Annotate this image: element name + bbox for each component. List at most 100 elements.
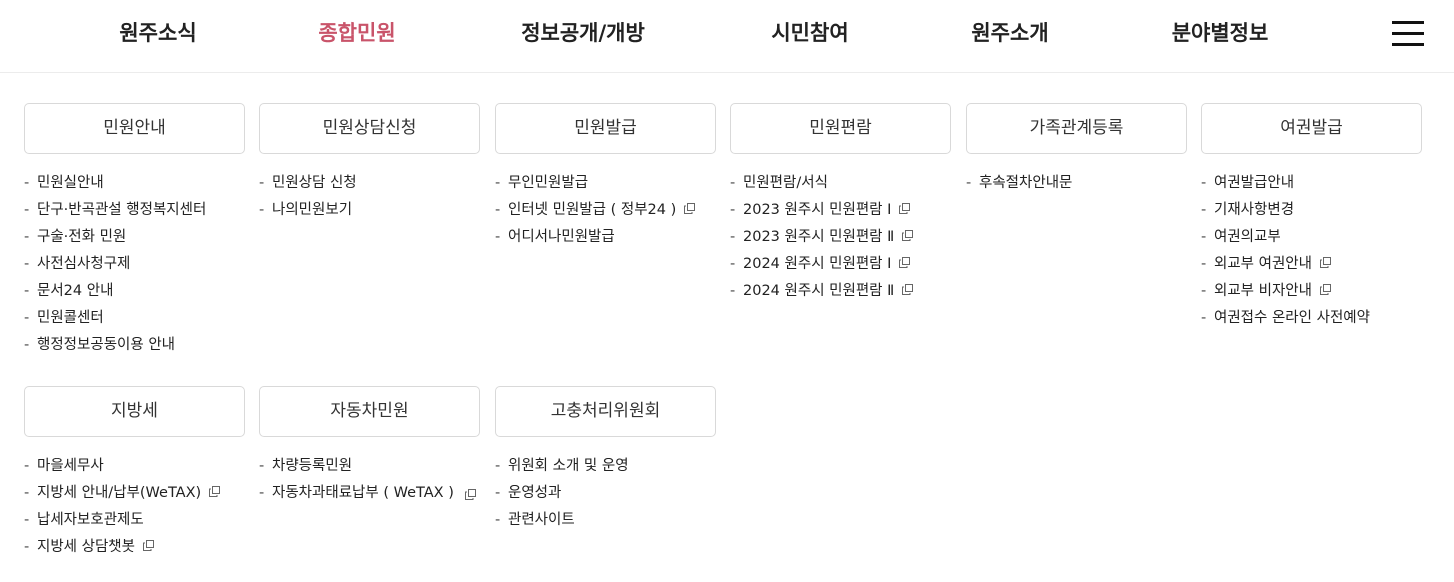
menu-link-label: 운영성과	[508, 485, 562, 501]
menu-heading-local-tax[interactable]: 지방세	[24, 386, 245, 437]
menu-link[interactable]: - 사전심사청구제	[24, 251, 245, 278]
menu-link-list: - 민원실안내 - 단구·반곡관설 행정복지센터 - 구술·전화 민원 - 사전심사청구제 - 문…	[24, 170, 245, 359]
menu-link[interactable]: - 납세자보호관제도	[24, 507, 245, 534]
external-link-icon	[143, 539, 154, 551]
menu-link[interactable]: - 민원실안내	[24, 170, 245, 197]
bullet-dash: -	[730, 283, 736, 299]
menu-link[interactable]: - 단구·반곡관설 행정복지센터	[24, 197, 245, 224]
menu-link[interactable]: -2023 원주시 민원편람 Ⅰ	[730, 197, 951, 224]
hamburger-menu-icon[interactable]	[1392, 21, 1424, 47]
menu-heading-civil-handbook[interactable]: 민원편람	[730, 103, 951, 154]
bullet-dash: -	[24, 283, 30, 299]
top-navigation: 원주소식 종합민원 정보공개/개방 시민참여 원주소개 분야별정보	[0, 0, 1454, 73]
menu-link[interactable]: - 기재사항변경	[1201, 197, 1422, 224]
nav-item-field-info[interactable]: 분야별정보	[1172, 0, 1269, 66]
bullet-dash: -	[259, 175, 265, 191]
bullet-dash: -	[1201, 229, 1207, 245]
menu-link-label: 구술·전화 민원	[37, 229, 127, 245]
menu-heading-family-registration[interactable]: 가족관계등록	[966, 103, 1187, 154]
bullet-dash: -	[24, 310, 30, 326]
menu-heading-civil-issuance[interactable]: 민원발급	[495, 103, 716, 154]
nav-item-information-disclosure[interactable]: 정보공개/개방	[521, 0, 645, 66]
bullet-dash: -	[495, 512, 501, 528]
menu-link[interactable]: - 여권접수 온라인 사전예약	[1201, 305, 1422, 332]
menu-column-civil-guide: 민원안내 - 민원실안내 - 단구·반곡관설 행정복지센터 - 구술·전화 민원 - 사전심사청…	[24, 103, 245, 359]
menu-link[interactable]: - 여권의교부	[1201, 224, 1422, 251]
menu-link[interactable]: - 문서24 안내	[24, 278, 245, 305]
nav-item-civil-affairs[interactable]: 종합민원	[318, 0, 395, 66]
bullet-dash: -	[24, 485, 30, 501]
bullet-dash: -	[259, 202, 265, 218]
menu-link[interactable]: - 외교부 비자안내	[1201, 278, 1422, 305]
menu-link-label: 어디서나민원발급	[508, 229, 615, 245]
menu-link[interactable]: - 지방세 안내/납부(WeTAX)	[24, 480, 245, 507]
bullet-dash: -	[1201, 256, 1207, 272]
menu-link[interactable]: - 민원상담 신청	[259, 170, 480, 197]
menu-heading-civil-consultation[interactable]: 민원상담신청	[259, 103, 480, 154]
menu-link[interactable]: -2024 원주시 민원편람 Ⅰ	[730, 251, 951, 278]
menu-link[interactable]: - 차량등록민원	[259, 453, 480, 480]
menu-heading-vehicle-civil[interactable]: 자동차민원	[259, 386, 480, 437]
menu-link-list: - 위원회 소개 및 운영 - 운영성과 - 관련사이트	[495, 453, 716, 534]
bullet-dash: -	[495, 175, 501, 191]
menu-link-list: - 후속절차안내문	[966, 170, 1187, 197]
external-link-icon	[465, 489, 476, 500]
menu-link[interactable]: - 행정정보공동이용 안내	[24, 332, 245, 359]
menu-link-label: 민원편람/서식	[743, 175, 828, 191]
bullet-dash: -	[24, 337, 30, 353]
bullet-dash: -	[259, 458, 265, 474]
bullet-dash: -	[495, 458, 501, 474]
menu-link[interactable]: - 무인민원발급	[495, 170, 716, 197]
menu-link[interactable]: - 운영성과	[495, 480, 716, 507]
menu-link-list: - 민원편람/서식 -2023 원주시 민원편람 Ⅰ -2023 원주시 민원편람 Ⅱ…	[730, 170, 951, 305]
menu-link[interactable]: - 민원편람/서식	[730, 170, 951, 197]
external-link-icon	[1320, 256, 1331, 268]
menu-link[interactable]: - 나의민원보기	[259, 197, 480, 224]
menu-link[interactable]: - 인터넷 민원발급 ( 정부24 )	[495, 197, 716, 224]
menu-link-label: 기재사항변경	[1214, 202, 1295, 218]
menu-link[interactable]: - 관련사이트	[495, 507, 716, 534]
menu-link-label: 마을세무사	[37, 458, 104, 474]
nav-item-wonju-news[interactable]: 원주소식	[119, 0, 196, 66]
menu-link-label: 민원실안내	[37, 175, 104, 191]
menu-link-label: 민원상담 신청	[272, 175, 357, 191]
menu-link[interactable]: - 위원회 소개 및 운영	[495, 453, 716, 480]
bullet-dash: -	[24, 256, 30, 272]
menu-link[interactable]: - 어디서나민원발급	[495, 224, 716, 251]
menu-link[interactable]: - 구술·전화 민원	[24, 224, 245, 251]
menu-link[interactable]: - 외교부 여권안내	[1201, 251, 1422, 278]
menu-link[interactable]: - 후속절차안내문	[966, 170, 1187, 197]
menu-link-list: - 마을세무사 - 지방세 안내/납부(WeTAX) - 납세자보호관제도 - 지방세 상담챗…	[24, 453, 245, 561]
menu-link[interactable]: -2023 원주시 민원편람 Ⅱ	[730, 224, 951, 251]
menu-link[interactable]: - 민원콜센터	[24, 305, 245, 332]
nav-item-about-wonju[interactable]: 원주소개	[971, 0, 1048, 66]
menu-link-label: 사전심사청구제	[37, 256, 131, 272]
menu-column-vehicle-civil: 자동차민원 - 차량등록민원 - 자동차과태료납부 ( WeTAX )	[259, 386, 480, 507]
menu-link-label: 행정정보공동이용 안내	[37, 337, 176, 353]
menu-link-label: 2023 원주시 민원편람 Ⅱ	[743, 229, 895, 245]
menu-link-label: 관련사이트	[508, 512, 575, 528]
bullet-dash: -	[495, 202, 501, 218]
menu-link[interactable]: - 지방세 상담챗봇	[24, 534, 245, 561]
menu-column-civil-issuance: 민원발급 - 무인민원발급 - 인터넷 민원발급 ( 정부24 ) - 어디서나민원발급	[495, 103, 716, 251]
menu-link-label: 문서24 안내	[37, 283, 114, 299]
menu-link-label: 후속절차안내문	[979, 175, 1073, 191]
menu-column-passport: 여권발급 - 여권발급안내 - 기재사항변경 - 여권의교부 - 외교부 여권안내 - 외교부 비자…	[1201, 103, 1422, 332]
menu-link[interactable]: - 마을세무사	[24, 453, 245, 480]
bullet-dash: -	[1201, 175, 1207, 191]
nav-item-citizen-participation[interactable]: 시민참여	[771, 0, 848, 66]
menu-link-label: 납세자보호관제도	[37, 512, 144, 528]
menu-column-family-registration: 가족관계등록 - 후속절차안내문	[966, 103, 1187, 197]
menu-link-label: 단구·반곡관설 행정복지센터	[37, 202, 207, 218]
menu-link[interactable]: - 자동차과태료납부 ( WeTAX )	[259, 480, 480, 507]
menu-link[interactable]: -2024 원주시 민원편람 Ⅱ	[730, 278, 951, 305]
menu-heading-grievance-committee[interactable]: 고충처리위원회	[495, 386, 716, 437]
menu-column-civil-consultation: 민원상담신청 - 민원상담 신청 - 나의민원보기	[259, 103, 480, 224]
menu-link[interactable]: - 여권발급안내	[1201, 170, 1422, 197]
external-link-icon	[1320, 283, 1331, 295]
menu-heading-civil-guide[interactable]: 민원안내	[24, 103, 245, 154]
menu-heading-passport[interactable]: 여권발급	[1201, 103, 1422, 154]
bullet-dash: -	[24, 202, 30, 218]
external-link-icon	[899, 256, 911, 268]
menu-link-label: 자동차과태료납부 ( WeTAX )	[272, 485, 454, 501]
